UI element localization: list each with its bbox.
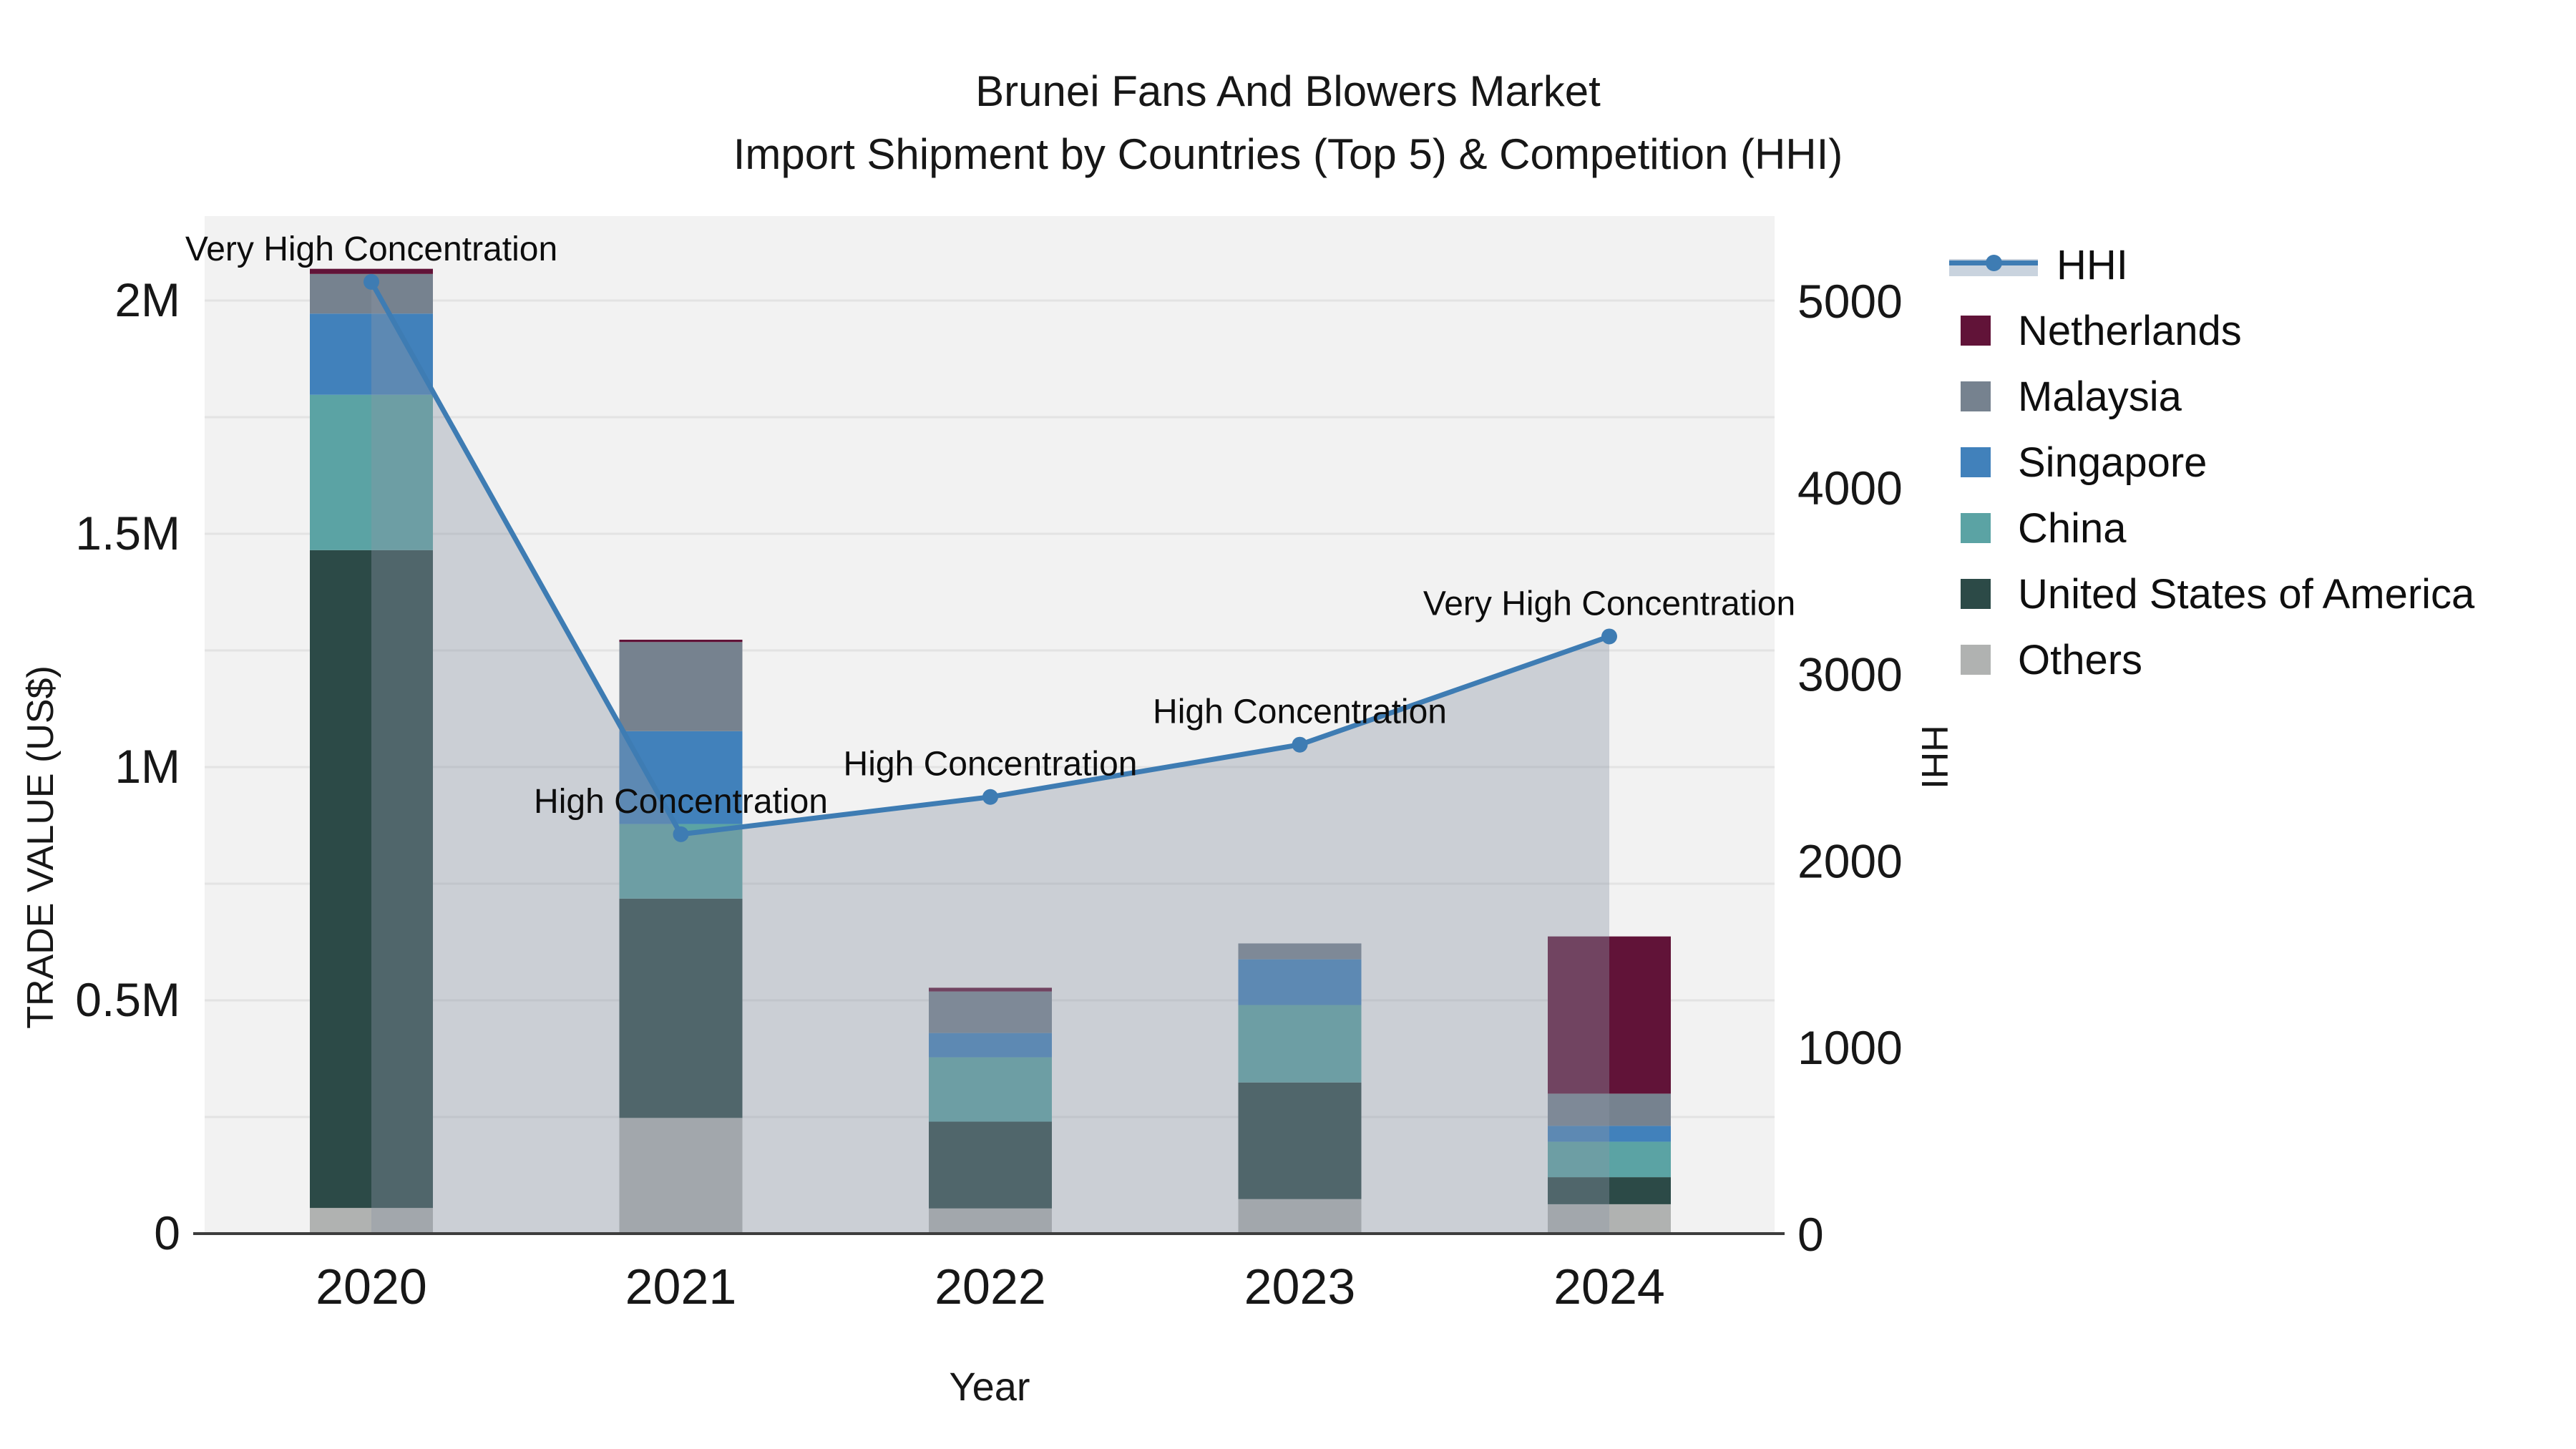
plot-canvas: Very High Concentration High Concentratio… <box>75 216 1903 1314</box>
annotation-2021: High Concentration <box>534 783 828 821</box>
chart-title-line1: Brunei Fans And Blowers Market <box>975 67 1601 115</box>
y-right-tick-4000: 4000 <box>1797 462 1903 514</box>
legend-label: HHI <box>2057 241 2128 288</box>
hhi-line-swatch-icon <box>1949 253 2038 276</box>
y-left-tick-0: 0 <box>154 1206 180 1259</box>
legend-item-hhi: HHI <box>1949 241 2474 288</box>
legend-item-united-states-of-america: United States of America <box>1961 570 2475 618</box>
y-left-tick-1.5M: 1.5M <box>75 507 180 560</box>
legend-color-swatch <box>1961 381 1991 411</box>
legend: HHI Netherlands Malaysia Singapore China Unit… <box>1949 241 2475 683</box>
x-axis-title: Year <box>949 1364 1030 1409</box>
chart-figure: Very High Concentration High Concentratio… <box>0 0 2576 1449</box>
x-tick-2020: 2020 <box>316 1259 427 1314</box>
hhi-dot-2022 <box>982 789 998 805</box>
chart-title: Brunei Fans And Blowers Market Import Sh… <box>0 60 2576 186</box>
legend-color-swatch <box>1961 447 1991 477</box>
hhi-dot-2020 <box>364 273 379 290</box>
legend-color-swatch <box>1961 316 1991 346</box>
y-right-tick-0: 0 <box>1797 1208 1824 1261</box>
x-tick-2023: 2023 <box>1244 1259 1356 1314</box>
legend-color-swatch <box>1961 513 1991 543</box>
legend-item-singapore: Singapore <box>1961 439 2474 486</box>
y-axis-title-right: HHI <box>1913 725 1955 789</box>
annotation-2022: High Concentration <box>844 746 1138 784</box>
legend-item-malaysia: Malaysia <box>1961 373 2474 420</box>
x-tick-2021: 2021 <box>625 1259 737 1314</box>
y-right-tick-2000: 2000 <box>1797 834 1903 887</box>
legend-label: Netherlands <box>2018 307 2242 354</box>
y-right-tick-5000: 5000 <box>1797 275 1903 328</box>
legend-color-swatch <box>1961 645 1991 675</box>
legend-label: China <box>2018 504 2127 552</box>
x-tick-2022: 2022 <box>935 1259 1046 1314</box>
legend-label: Malaysia <box>2018 373 2182 420</box>
legend-label: Singapore <box>2018 439 2207 486</box>
y-left-tick-1M: 1M <box>114 740 180 793</box>
legend-label: United States of America <box>2018 570 2475 618</box>
y-right-tick-1000: 1000 <box>1797 1021 1903 1074</box>
chart-title-line2: Import Shipment by Countries (Top 5) & C… <box>733 130 1843 178</box>
legend-item-others: Others <box>1961 637 2474 683</box>
hhi-dot-2023 <box>1292 736 1308 753</box>
y-right-tick-3000: 3000 <box>1797 648 1903 701</box>
y-left-tick-2M: 2M <box>114 273 180 326</box>
annotation-2020: Very High Concentration <box>185 230 557 268</box>
x-tick-2024: 2024 <box>1553 1259 1665 1314</box>
hhi-dot-2021 <box>673 826 689 842</box>
annotation-2024: Very High Concentration <box>1423 585 1795 623</box>
legend-label: Others <box>2018 636 2143 683</box>
annotation-2023: High Concentration <box>1153 693 1447 731</box>
legend-color-swatch <box>1961 579 1991 609</box>
bar-segment-netherlands-2020 <box>310 268 433 274</box>
hhi-dot-2024 <box>1601 628 1617 645</box>
hhi-swatch-part <box>1986 255 2002 271</box>
legend-item-china: China <box>1961 504 2474 552</box>
legend-item-netherlands: Netherlands <box>1961 307 2474 354</box>
bar-segment-malaysia-2021 <box>619 642 743 731</box>
bar-segment-netherlands-2021 <box>619 640 743 643</box>
y-left-tick-0.5M: 0.5M <box>75 973 180 1026</box>
y-axis-title-left: TRADE VALUE (US$) <box>20 665 62 1029</box>
